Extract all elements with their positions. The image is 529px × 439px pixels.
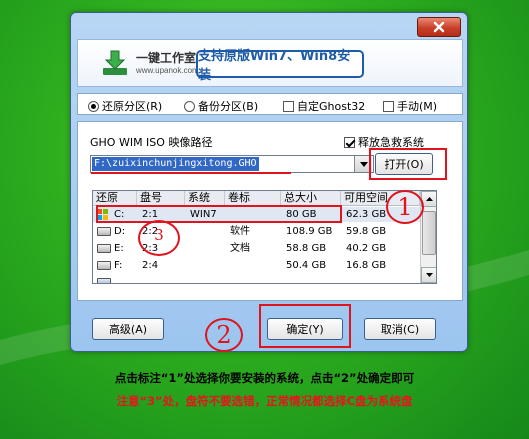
path-dropdown-button[interactable] — [354, 156, 372, 172]
hard-disk-icon — [97, 261, 111, 270]
radio-dot-icon — [88, 100, 99, 112]
chevron-down-icon — [425, 273, 433, 277]
table-row[interactable]: C: 2:1 WIN7 80 GB 62.3 GB — [93, 207, 420, 222]
brand-url: www.upanok.com — [136, 66, 199, 75]
column-header: 系统 — [185, 191, 225, 206]
image-path-value: F:\zuixinchunjingxitong.GHO — [92, 157, 259, 171]
custom-ghost-checkbox[interactable]: 自定Ghost32 — [283, 98, 365, 114]
column-header: 卷标 — [225, 191, 281, 206]
table-row[interactable]: F: 2:4 50.4 GB 16.8 GB — [93, 258, 420, 273]
checkbox-icon — [283, 100, 294, 112]
warning-caption: 注意“3”处，盘符不要选错，正常情况都选择C盘为系统盘 — [116, 394, 413, 408]
close-x-icon — [433, 21, 445, 33]
download-arrow-logo-icon — [103, 50, 127, 75]
open-file-button[interactable]: 打开(O) — [375, 153, 433, 175]
usb-drive-icon — [97, 278, 111, 283]
table-row[interactable] — [93, 275, 420, 283]
column-header: 盘号 — [137, 191, 185, 206]
chevron-down-icon — [359, 161, 368, 167]
table-header: 还原 盘号 系统 卷标 总大小 可用空间 — [93, 191, 420, 206]
column-header: 可用空间 — [341, 191, 420, 206]
column-header: 总大小 — [281, 191, 341, 206]
instruction-caption: 点击标注“1”处选择你要安装的系统，点击“2”处确定即可 — [114, 371, 415, 385]
cancel-button[interactable]: 取消(C) — [364, 318, 436, 340]
hard-disk-icon — [97, 227, 111, 236]
hard-disk-icon — [97, 244, 111, 253]
restore-partition-radio[interactable]: 还原分区(R) — [88, 98, 162, 114]
scroll-up-button[interactable] — [421, 191, 436, 207]
backup-partition-radio[interactable]: 备份分区(B) — [184, 98, 258, 114]
mode-options-panel: 还原分区(R) 备份分区(B) 自定Ghost32 手动(M) — [77, 93, 463, 115]
column-header: 还原 — [93, 191, 137, 206]
scroll-thumb[interactable] — [422, 211, 436, 255]
ok-button[interactable]: 确定(Y) — [267, 318, 343, 340]
partition-table: 还原 盘号 系统 卷标 总大小 可用空间 C: 2:1 WIN7 80 GB 6… — [92, 190, 437, 284]
table-scrollbar[interactable] — [420, 191, 436, 283]
table-row[interactable]: D: 2:2 软件 108.9 GB 59.8 GB — [93, 224, 420, 239]
advanced-button[interactable]: 高级(A) — [92, 318, 164, 340]
close-button[interactable] — [417, 17, 461, 37]
checkbox-checked-icon — [344, 136, 355, 148]
radio-dot-icon — [184, 100, 195, 112]
header-banner: 一键工作室 www.upanok.com 支持原版Win7、Win8安装 — [77, 39, 463, 87]
image-path-input[interactable]: F:\zuixinchunjingxitong.GHO — [90, 155, 374, 173]
ghost-installer-window: 一键工作室 www.upanok.com 支持原版Win7、Win8安装 还原分… — [70, 12, 468, 352]
table-row[interactable]: E: 2:3 文档 58.8 GB 40.2 GB — [93, 241, 420, 256]
chevron-up-icon — [425, 197, 433, 201]
brand-name: 一键工作室 — [136, 51, 197, 65]
slogan-badge: 支持原版Win7、Win8安装 — [196, 49, 364, 83]
manual-checkbox[interactable]: 手动(M) — [383, 98, 437, 114]
checkbox-icon — [383, 100, 394, 112]
image-path-label: GHO WIM ISO 映像路径 — [90, 136, 213, 149]
windows-drive-icon — [97, 209, 109, 220]
release-rescue-checkbox[interactable]: 释放急救系统 — [344, 134, 424, 150]
scroll-down-button[interactable] — [421, 267, 436, 283]
